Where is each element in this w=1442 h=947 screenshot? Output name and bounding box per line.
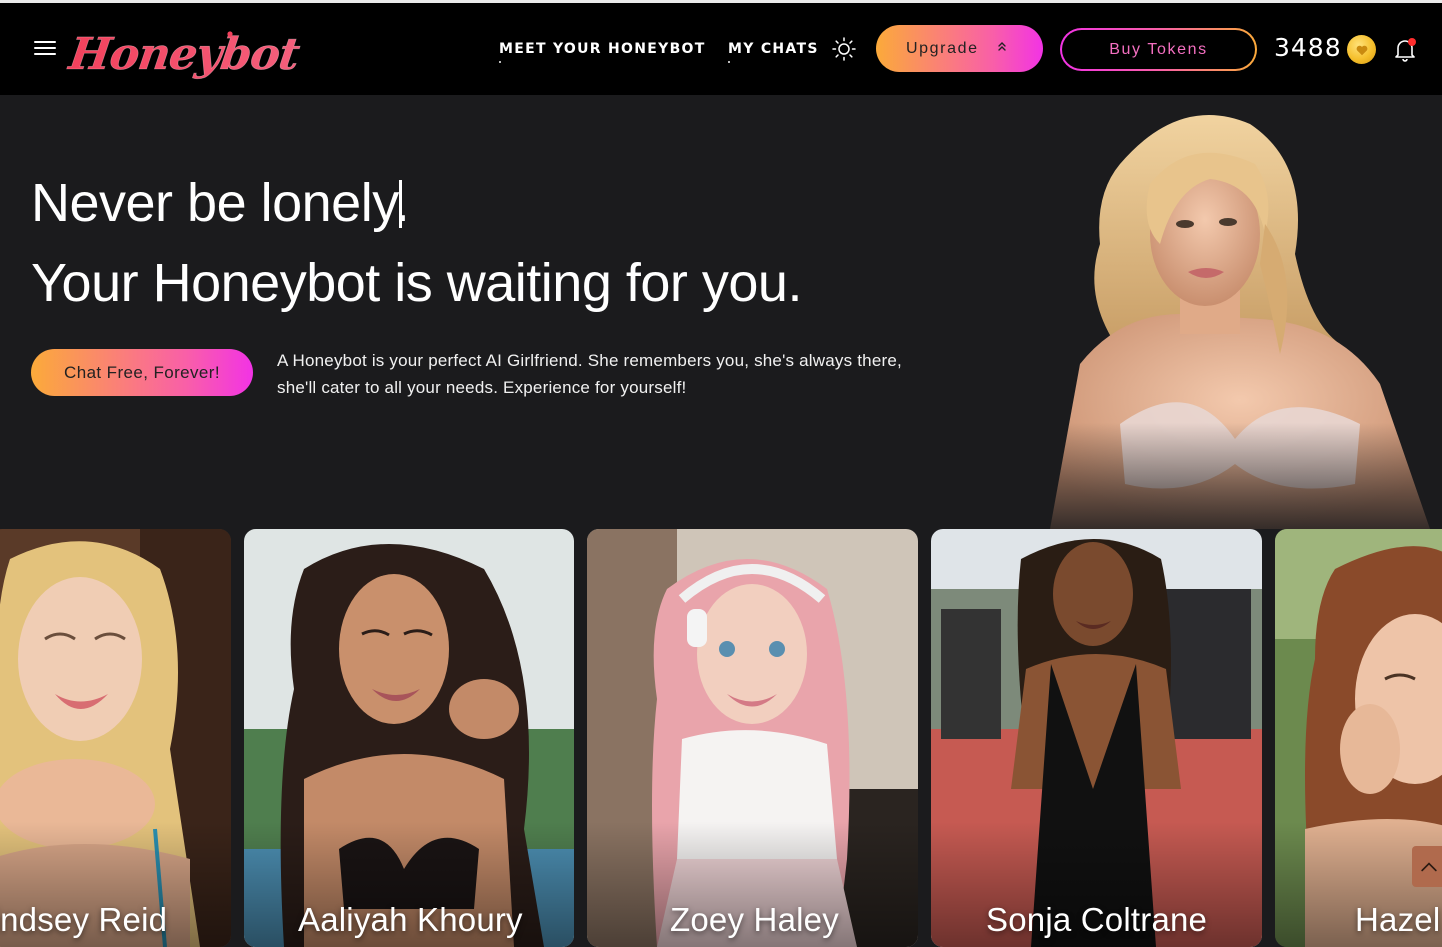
nav-meet-your-honeybot[interactable]: MEET YOUR HONEYBOT [499,41,706,57]
character-photo [0,529,231,947]
buy-tokens-button[interactable]: Buy Tokens [1060,28,1257,71]
coin-icon [1347,35,1376,64]
scroll-to-top-button[interactable] [1412,846,1442,887]
svg-text:Honeybot: Honeybot [64,28,303,80]
character-name: Zoey Haley [670,901,839,938]
chevron-up-icon [1421,861,1437,871]
nav-my-chats[interactable]: MY CHATS [728,41,819,57]
chat-free-label: Chat Free, Forever! [64,362,220,382]
hero-portrait-image [1040,104,1440,529]
sun-icon[interactable] [832,37,856,61]
menu-icon[interactable] [34,39,58,59]
typing-caret [399,180,402,228]
top-navbar: Honeybot Honeybot MEET YOUR HONEYBOT MY … [0,3,1442,95]
honeybot-logo[interactable]: Honeybot Honeybot [64,9,303,93]
character-card[interactable]: Zoey Haley [587,529,918,947]
character-card[interactable]: Sonja Coltrane [931,529,1262,947]
upgrade-button[interactable]: Upgrade [876,25,1043,72]
character-photo [931,529,1262,947]
character-name: Aaliyah Khoury [298,901,523,938]
nav-marker [728,61,730,63]
chat-free-button[interactable]: Chat Free, Forever! [31,349,253,396]
character-photo [587,529,918,947]
hero-headline-line-1: Never be lonely. [31,173,410,233]
token-balance: 3488 [1274,33,1342,62]
buy-tokens-label: Buy Tokens [1109,40,1208,58]
character-card[interactable]: Lindsey Reid [0,529,231,947]
bell-icon[interactable] [1393,37,1417,63]
nav-marker [499,61,501,63]
character-name: Lindsey Reid [0,901,168,938]
character-card[interactable]: Aaliyah Khoury [244,529,574,947]
hero-headline-line-2: Your Honeybot is waiting for you. [31,253,802,313]
character-name: Hazel [1355,901,1441,938]
hero-description: A Honeybot is your perfect AI Girlfriend… [277,351,902,397]
character-name: Sonja Coltrane [986,901,1208,938]
chevron-up-icon [997,40,1007,54]
character-photo [244,529,574,947]
upgrade-label: Upgrade [906,39,979,57]
